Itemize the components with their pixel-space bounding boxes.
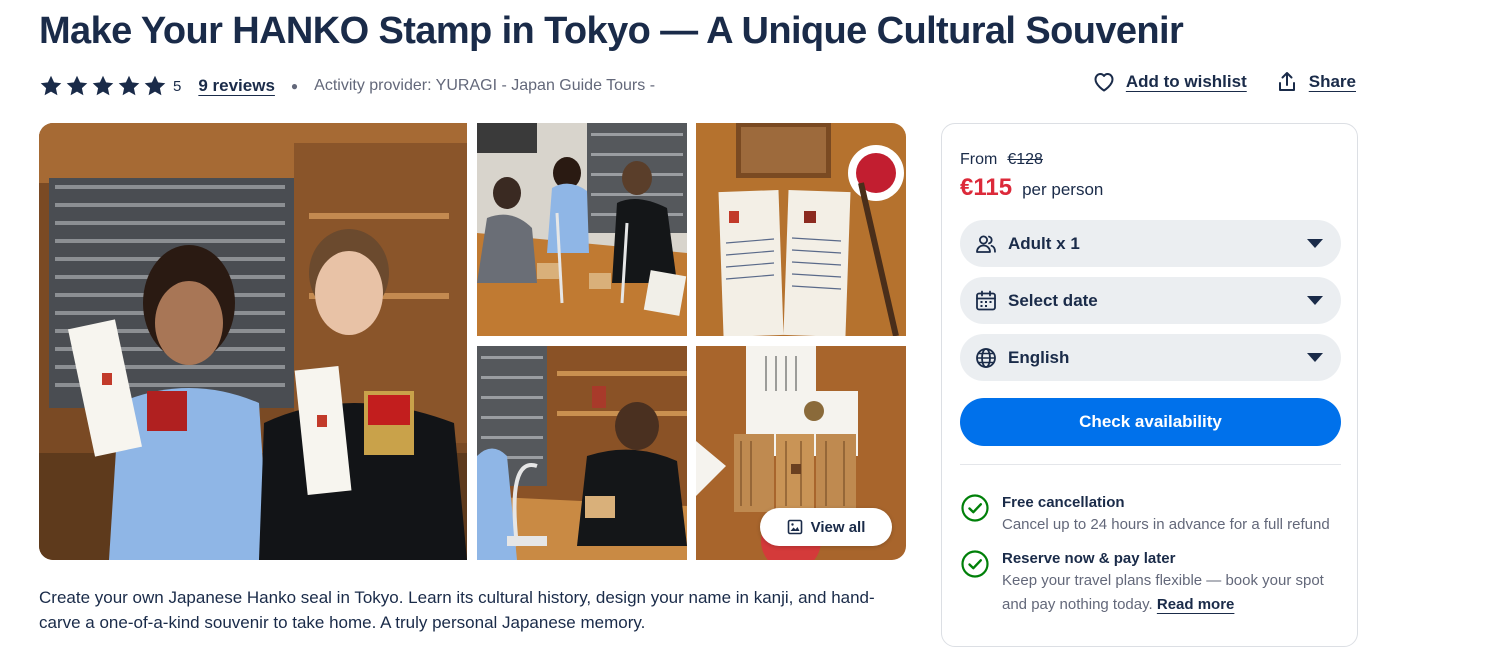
page-title: Make Your HANKO Stamp in Tokyo — A Uniqu… [39, 10, 1184, 52]
star-icon [66, 75, 88, 96]
wishlist-button[interactable]: Add to wishlist [1092, 70, 1247, 94]
image-icon [787, 519, 802, 535]
participants-select[interactable]: Adult x 1 [960, 220, 1341, 267]
main-photo[interactable] [39, 123, 467, 560]
reserve-pay-later-feature: Reserve now & pay later Keep your travel… [960, 549, 1341, 617]
activity-provider: Activity provider: YURAGI - Japan Guide … [314, 77, 656, 94]
divider [960, 464, 1341, 465]
check-circle-icon [961, 494, 989, 522]
photo-gallery: View all [39, 123, 906, 560]
reviews-link[interactable]: 9 reviews [198, 76, 275, 96]
current-price-row: €115 per person [960, 174, 1103, 202]
chevron-down-icon [1307, 239, 1323, 248]
workshop-photo[interactable] [477, 123, 687, 336]
language-select[interactable]: English [960, 334, 1341, 381]
date-value: Select date [1008, 290, 1098, 310]
calendar-icon [976, 290, 996, 310]
carving-photo[interactable] [477, 346, 687, 560]
page-actions: Add to wishlist Share [1092, 70, 1356, 94]
from-label: From [960, 151, 998, 168]
feature-title: Reserve now & pay later [1002, 550, 1176, 567]
share-button[interactable]: Share [1275, 70, 1356, 94]
check-circle-icon [961, 550, 989, 578]
free-cancellation-feature: Free cancellation Cancel up to 24 hours … [960, 493, 1341, 537]
wishlist-label: Add to wishlist [1125, 72, 1247, 91]
chevron-down-icon [1307, 296, 1323, 305]
share-icon [1278, 72, 1295, 91]
heart-icon [1094, 73, 1114, 92]
view-all-label: View all [810, 518, 866, 536]
share-label: Share [1308, 72, 1356, 91]
star-icon [144, 75, 166, 96]
per-person-label: per person [1022, 180, 1104, 199]
current-price: €115 [960, 174, 1013, 201]
star-icon [40, 75, 62, 96]
rating-row: 5 9 reviews ● Activity provider: YURAGI … [39, 72, 655, 100]
booking-panel: From €128 €115 per person Adult x 1 Sele… [941, 123, 1358, 647]
separator-dot: ● [290, 79, 299, 93]
participants-icon [976, 235, 996, 253]
rating-value: 5 [173, 77, 182, 95]
star-icon [118, 75, 140, 96]
date-select[interactable]: Select date [960, 277, 1341, 324]
globe-icon [976, 347, 996, 368]
feature-text: Cancel up to 24 hours in advance for a f… [1002, 516, 1330, 533]
original-price: €128 [1007, 151, 1043, 168]
star-rating [39, 74, 167, 98]
participants-value: Adult x 1 [1008, 233, 1080, 253]
star-icon [92, 75, 114, 96]
price-from: From €128 [960, 151, 1043, 169]
chevron-down-icon [1307, 353, 1323, 362]
feature-title: Free cancellation [1002, 494, 1125, 511]
feature-text: Keep your travel plans flexible — book y… [1002, 569, 1341, 617]
view-all-button[interactable]: View all [760, 508, 892, 546]
activity-description: Create your own Japanese Hanko seal in T… [39, 588, 875, 632]
language-value: English [1008, 347, 1070, 367]
hanko-cards-photo[interactable] [696, 123, 906, 336]
check-availability-button[interactable]: Check availability [960, 398, 1341, 446]
read-more-link[interactable]: Read more [1157, 596, 1235, 613]
